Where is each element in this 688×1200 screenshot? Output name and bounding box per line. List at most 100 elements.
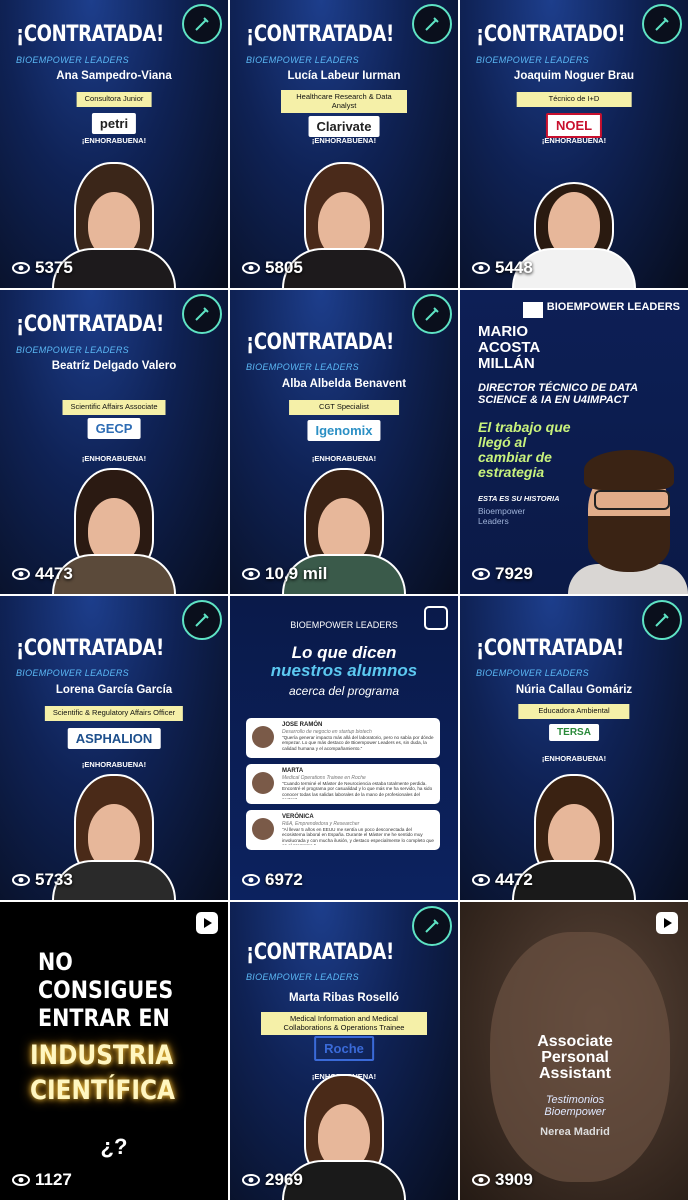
bioempower-logo: BIOEMPOWER LEADERS xyxy=(522,302,680,318)
company-logo: Clarivate xyxy=(308,116,380,137)
hire-name: Marta Ribas Roselló xyxy=(289,992,399,1004)
congrats-label: ¡ENHORABUENA! xyxy=(81,136,147,145)
view-count: 5805 xyxy=(242,258,303,278)
testimonial-card: MARTA Medical Operations Trainee en Roch… xyxy=(246,764,440,804)
brand-label: BIOEMPOWER LEADERS xyxy=(16,55,129,65)
hire-heading: ¡CONTRATADA! xyxy=(16,636,164,661)
video-subtitle: Testimonios Bioempower xyxy=(544,1094,606,1118)
view-count-value: 6972 xyxy=(265,870,303,889)
testimonial-text: "Quería generar impacto más allá del lab… xyxy=(282,735,434,751)
video-title: Associate Personal Assistant xyxy=(537,1033,613,1082)
avatar xyxy=(252,772,274,794)
hire-name: Núria Callau Gomáriz xyxy=(515,684,633,696)
eye-icon xyxy=(472,262,490,274)
post-tile-nerea[interactable]: Associate Personal Assistant Testimonios… xyxy=(460,902,688,1200)
view-count: 7929 xyxy=(472,564,533,584)
company-logo: ASPHALION xyxy=(67,728,161,749)
post-tile-lorena[interactable]: ¡CONTRATADA! BIOEMPOWER LEADERS Lorena G… xyxy=(0,596,228,900)
video-person-name: Nerea Madrid xyxy=(540,1126,610,1138)
eye-icon xyxy=(12,568,30,580)
view-count: 5448 xyxy=(472,258,533,278)
view-count: 6972 xyxy=(242,870,303,890)
headline-line-1: NO CONSIGUES ENTRAR EN xyxy=(38,948,174,1032)
hire-role: Medical Information and Medical Collabor… xyxy=(261,1012,427,1036)
brand-label: BIOEMPOWER LEADERS xyxy=(16,668,129,678)
testimonial-text: "Cuando terminé el Máster de Neurocienci… xyxy=(282,781,433,799)
bioempower-badge-icon xyxy=(182,600,222,640)
post-tile-joaquim[interactable]: ¡CONTRATADO! BIOEMPOWER LEADERS Joaquim … xyxy=(460,0,688,288)
eye-icon xyxy=(242,874,260,886)
hire-name: Lorena García García xyxy=(55,684,173,696)
brand-label: BIOEMPOWER LEADERS xyxy=(246,362,359,372)
post-tile-beatriz[interactable]: ¡CONTRATADA! BIOEMPOWER LEADERS Beatríz … xyxy=(0,290,228,594)
bioempower-badge-icon xyxy=(182,4,222,44)
view-count-value: 2969 xyxy=(265,1170,303,1189)
bioempower-badge-icon xyxy=(412,906,452,946)
hire-role: Técnico de I+D xyxy=(516,92,632,107)
company-logo: petri xyxy=(91,113,137,134)
story-label: ESTA ES SU HISTORIA xyxy=(478,494,560,503)
title-line-1: Lo que dicen xyxy=(291,643,397,662)
hire-name: Alba Albelda Benavent xyxy=(281,378,407,390)
post-tile-testimonials[interactable]: BIOEMPOWER LEADERS Lo que dicen nuestros… xyxy=(230,596,458,900)
brand-label: BIOEMPOWER LEADERS xyxy=(476,55,589,65)
hire-role: Educadora Ambiental xyxy=(518,704,630,719)
view-count-value: 5733 xyxy=(35,870,73,889)
bioempower-badge-icon xyxy=(412,294,452,334)
person-job: DIRECTOR TÉCNICO DE DATA SCIENCE & IA EN… xyxy=(478,382,638,406)
hire-heading: ¡CONTRATADA! xyxy=(16,312,164,337)
post-tile-lucia[interactable]: ¡CONTRATADA! BIOEMPOWER LEADERS Lucía La… xyxy=(230,0,458,288)
hire-role: Scientific Affairs Associate xyxy=(62,400,166,415)
testimonial-name: MARTA xyxy=(282,768,304,774)
story-sub: Bioempower Leaders xyxy=(478,506,526,526)
post-tile-alba[interactable]: ¡CONTRATADA! BIOEMPOWER LEADERS Alba Alb… xyxy=(230,290,458,594)
hire-role: Healthcare Research & Data Analyst xyxy=(281,90,407,114)
view-count-value: 5448 xyxy=(495,258,533,277)
eye-icon xyxy=(12,262,30,274)
brand-label: BIOEMPOWER LEADERS xyxy=(16,345,129,355)
eye-icon xyxy=(242,568,260,580)
hire-name: Joaquim Noguer Brau xyxy=(513,70,635,82)
view-count-value: 5805 xyxy=(265,258,303,277)
brand-label: BIOEMPOWER LEADERS xyxy=(476,668,589,678)
eye-icon xyxy=(472,1174,490,1186)
company-logo: TERSA xyxy=(549,724,599,741)
post-tile-mario[interactable]: BIOEMPOWER LEADERS MARIO ACOSTA MILLÁN D… xyxy=(460,290,688,594)
post-tile-marta[interactable]: ¡CONTRATADA! BIOEMPOWER LEADERS Marta Ri… xyxy=(230,902,458,1200)
hire-name: Beatríz Delgado Valero xyxy=(51,360,177,372)
post-tile-no-consigues[interactable]: NO CONSIGUES ENTRAR EN INDUSTRIA CIENTÍF… xyxy=(0,902,228,1200)
view-count: 3909 xyxy=(472,1170,533,1190)
view-count-value: 10,9 mil xyxy=(265,564,328,583)
view-count: 5375 xyxy=(12,258,73,278)
reel-icon xyxy=(656,912,678,934)
congrats-label: ¡ENHORABUENA! xyxy=(311,136,377,145)
bioempower-logo-icon xyxy=(522,302,543,318)
view-count: 4472 xyxy=(472,870,533,890)
hire-heading: ¡CONTRATADA! xyxy=(476,636,624,661)
eye-icon xyxy=(472,568,490,580)
congrats-label: ¡ENHORABUENA! xyxy=(541,136,607,145)
post-tile-ana[interactable]: ¡CONTRATADA! BIOEMPOWER LEADERS Ana Samp… xyxy=(0,0,228,288)
company-logo: Roche xyxy=(314,1036,374,1061)
question-mark: ¿? xyxy=(100,1134,128,1159)
hire-name: Ana Sampedro-Viana xyxy=(56,70,172,82)
bioempower-badge-icon xyxy=(182,294,222,334)
headline-line-2: INDUSTRIA CIENTÍFICA xyxy=(30,1040,175,1106)
brand-label: BIOEMPOWER LEADERS xyxy=(246,972,359,982)
hire-heading: ¡CONTRATADA! xyxy=(246,22,394,47)
hire-role: Consultora Junior xyxy=(76,92,152,107)
view-count: 5733 xyxy=(12,870,73,890)
view-count: 10,9 mil xyxy=(242,564,327,584)
bioempower-badge-icon xyxy=(642,4,682,44)
avatar xyxy=(252,726,274,748)
view-count-value: 1127 xyxy=(35,1170,72,1189)
bioempower-badge-icon xyxy=(412,4,452,44)
eye-icon xyxy=(12,1174,30,1186)
eye-icon xyxy=(472,874,490,886)
hire-heading: ¡CONTRATADA! xyxy=(16,22,164,47)
post-tile-nuria[interactable]: ¡CONTRATADA! BIOEMPOWER LEADERS Núria Ca… xyxy=(460,596,688,900)
company-logo: Igenomix xyxy=(307,420,381,441)
hire-name: Lucía Labeur Iurman xyxy=(287,70,401,82)
hire-role: Scientific & Regulatory Affairs Officer xyxy=(44,706,184,721)
brand-label: BIOEMPOWER LEADERS xyxy=(290,620,398,630)
